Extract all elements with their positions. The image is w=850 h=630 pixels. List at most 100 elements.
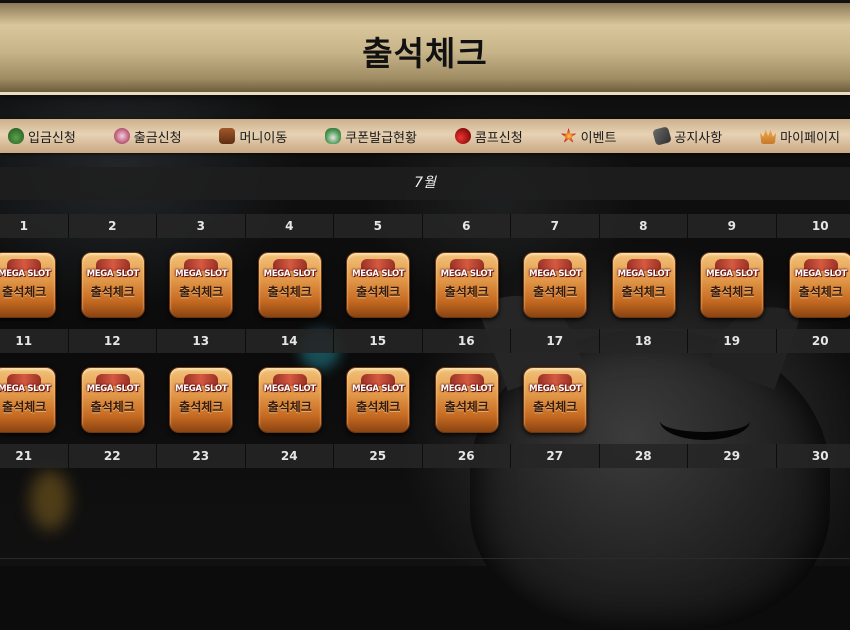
nav-item-label: 입금신청 (28, 127, 76, 146)
stamp-label: 출석체크 (259, 398, 321, 415)
stamp-label: 출석체크 (524, 283, 586, 300)
stamp-cell (334, 480, 423, 550)
stamp-cell: MEGA SLOT 출석체크 (334, 250, 423, 320)
stamp-label: 출석체크 (524, 398, 586, 415)
stamp-label: 출석체크 (790, 283, 850, 300)
page-title: 출석체크 (0, 27, 850, 75)
stamp-cell: MEGA SLOT 출석체크 (423, 365, 512, 435)
stamp-cell (69, 480, 158, 550)
day-number: 5 (334, 214, 423, 238)
stamp-brand: MEGA SLOT (524, 269, 586, 279)
nav-item-event[interactable]: 이벤트 (561, 127, 617, 146)
day-number: 16 (423, 329, 512, 353)
stamp-brand: MEGA SLOT (436, 384, 498, 394)
star-icon (561, 128, 577, 144)
stamp-brand: MEGA SLOT (170, 384, 232, 394)
day-number: 13 (157, 329, 246, 353)
stamp-cell: MEGA SLOT 출석체크 (69, 365, 158, 435)
attendance-stamp[interactable]: MEGA SLOT출석체크 (169, 252, 233, 318)
stamp-cell (777, 365, 850, 435)
day-number: 7 (511, 214, 600, 238)
stamp-brand: MEGA SLOT (259, 269, 321, 279)
stamp-brand: MEGA SLOT (82, 384, 144, 394)
stamp-cell: MEGA SLOT 출석체크 (246, 250, 335, 320)
day-number: 17 (511, 329, 600, 353)
day-number: 28 (600, 444, 689, 468)
stamp-label: 출석체크 (436, 398, 498, 415)
stamp-label: 출석체크 (170, 398, 232, 415)
divider (0, 558, 850, 559)
main-nav: 입금신청 출금신청 머니이동 쿠폰발급현황 콤프신청 이벤트 공지사항 마이페이… (0, 119, 850, 153)
nav-item-mypage[interactable]: 마이페이지 (760, 127, 840, 146)
day-number: 24 (246, 444, 335, 468)
attendance-stamp[interactable]: MEGA SLOT 출석체크 (435, 367, 499, 433)
nav-item-deposit[interactable]: 입금신청 (8, 127, 76, 146)
attendance-stamp[interactable]: MEGA SLOT 출석체크 (81, 367, 145, 433)
attendance-stamp[interactable]: MEGA SLOT출석체크 (523, 367, 587, 433)
stamp-cell: MEGA SLOT출석체크 (246, 365, 335, 435)
stamp-cell: MEGA SLOT출석체크 (69, 250, 158, 320)
stamp-label: 출석체크 (0, 398, 55, 415)
notice-icon (653, 126, 673, 146)
nav-item-money-transfer[interactable]: 머니이동 (219, 127, 287, 146)
day-number: 12 (69, 329, 158, 353)
stamp-cell: MEGA SLOT출석체크 (423, 250, 512, 320)
stamp-brand: MEGA SLOT (347, 269, 409, 279)
attendance-stamp[interactable]: MEGA SLOT 출석체크 (346, 252, 410, 318)
stamp-label: 출석체크 (82, 398, 144, 415)
attendance-stamp[interactable]: MEGA SLOT 출석체크 (169, 367, 233, 433)
nav-item-label: 마이페이지 (780, 127, 840, 146)
money-bag-icon (8, 128, 24, 144)
stamp-label: 출석체크 (347, 398, 409, 415)
nav-item-label: 콤프신청 (475, 127, 523, 146)
attendance-stamp[interactable]: MEGA SLOT출석체크 (435, 252, 499, 318)
stamp-cell: MEGA SLOT출석체크 (777, 250, 850, 320)
nav-item-withdraw[interactable]: 출금신청 (114, 127, 182, 146)
cherry-icon (455, 128, 471, 144)
stamp-cell: MEGA SLOT 출석체크 (511, 250, 600, 320)
attendance-stamp[interactable]: MEGA SLOT출석체크 (258, 367, 322, 433)
attendance-stamp[interactable]: MEGA SLOT출석체크 (700, 252, 764, 318)
nav-item-label: 이벤트 (581, 127, 617, 146)
stamp-row (0, 480, 850, 550)
attendance-stamp[interactable]: MEGA SLOT출석체크 (789, 252, 850, 318)
stamp-cell (0, 480, 69, 550)
stamp-brand: MEGA SLOT (170, 269, 232, 279)
stamp-cell: MEGA SLOT 출석체크 (600, 250, 689, 320)
day-number: 19 (688, 329, 777, 353)
page-header: 출석체크 (0, 3, 850, 95)
nav-item-coupon-status[interactable]: 쿠폰발급현황 (325, 127, 417, 146)
attendance-stamp[interactable]: MEGA SLOT 출석체크 (346, 367, 410, 433)
day-number-row: 12345678910 (0, 214, 850, 238)
stamp-label: 출석체크 (347, 283, 409, 300)
stamp-cell (688, 365, 777, 435)
attendance-stamp[interactable]: MEGA SLOT 출석체크 (523, 252, 587, 318)
day-number: 29 (688, 444, 777, 468)
attendance-stamp[interactable]: MEGA SLOT 출석체크 (612, 252, 676, 318)
attendance-stamp[interactable]: MEGA SLOT출석체크 (81, 252, 145, 318)
attendance-stamp[interactable]: MEGA SLOT 출석체크 (258, 252, 322, 318)
day-number-row: 21222324252627282930 (0, 444, 850, 468)
nav-item-comp[interactable]: 콤프신청 (455, 127, 523, 146)
nav-item-label: 출금신청 (134, 127, 182, 146)
stamp-cell (688, 480, 777, 550)
month-label: 7월 (0, 167, 850, 200)
stamp-row: MEGA SLOT 출석체크 MEGA SLOT 출석체크 MEGA SLOT 출석체크 M… (0, 250, 850, 320)
day-number: 18 (600, 329, 689, 353)
nav-item-label: 공지사항 (674, 127, 722, 146)
day-number: 2 (69, 214, 158, 238)
day-number: 21 (0, 444, 69, 468)
stamp-label: 출석체크 (259, 283, 321, 300)
stamp-cell (423, 480, 512, 550)
attendance-stamp[interactable]: MEGA SLOT출석체크 (0, 367, 56, 433)
day-number: 30 (777, 444, 850, 468)
crown-icon (760, 128, 776, 144)
stamp-label: 출석체크 (613, 283, 675, 300)
stamp-brand: MEGA SLOT (436, 269, 498, 279)
stamp-brand: MEGA SLOT (347, 384, 409, 394)
nav-item-notice[interactable]: 공지사항 (654, 127, 722, 146)
stamp-brand: MEGA SLOT (613, 269, 675, 279)
stamp-cell (600, 365, 689, 435)
attendance-stamp[interactable]: MEGA SLOT출석체크 (0, 252, 56, 318)
stamp-cell (157, 480, 246, 550)
